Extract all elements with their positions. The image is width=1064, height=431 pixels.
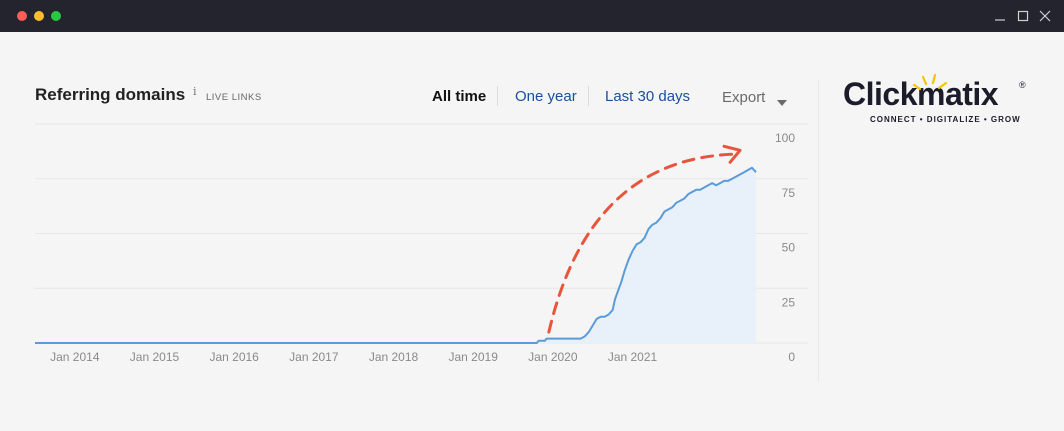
panel-divider [818, 80, 819, 382]
maximize-icon[interactable] [1016, 9, 1030, 23]
x-tick-label: Jan 2020 [528, 350, 578, 364]
y-tick-label: 75 [782, 186, 796, 200]
x-tick-label: Jan 2018 [369, 350, 419, 364]
y-tick-label: 100 [775, 131, 795, 145]
x-tick-label: Jan 2016 [209, 350, 259, 364]
referring-domains-chart: 0 25 50 75 100 Jan 2014 Jan 2015 Jan 2016 Jan 20… [35, 123, 808, 364]
x-tick-label: Jan 2015 [130, 350, 180, 364]
y-tick-label: 25 [782, 295, 796, 309]
y-tick-label: 0 [788, 350, 795, 364]
minimize-icon[interactable] [993, 9, 1007, 23]
x-tick-label: Jan 2019 [448, 350, 498, 364]
y-tick-label: 50 [782, 241, 796, 255]
registered-mark: ® [1019, 80, 1026, 90]
clickmatix-logo: Clickmatix ® CONNECT • DIGITALIZE • GROW [843, 72, 1033, 132]
x-tick-label: Jan 2014 [50, 350, 100, 364]
x-tick-label: Jan 2021 [608, 350, 658, 364]
series-area [35, 167, 756, 343]
x-tick-label: Jan 2017 [289, 350, 339, 364]
close-icon[interactable] [1038, 9, 1052, 23]
logo-tagline: CONNECT • DIGITALIZE • GROW [870, 115, 1021, 124]
